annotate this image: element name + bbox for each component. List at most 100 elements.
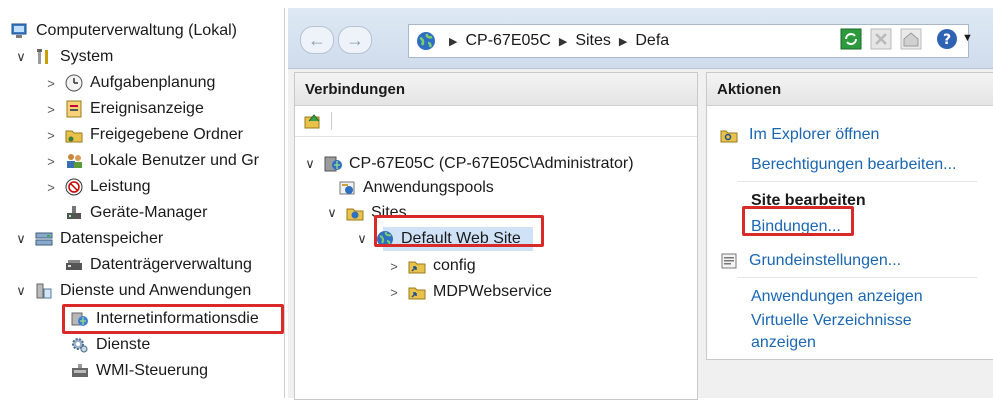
conn-tree-app-pools[interactable]: Anwendungspools [337,175,494,201]
connect-icon[interactable] [303,111,323,131]
virtual-directory-icon [407,256,427,276]
tree-label: Ereignisanzeige [90,100,204,117]
services-apps-icon [34,281,54,301]
tools-icon [34,47,54,67]
address-toolbar: ← → ▶ CP-67E05C ▶ Sites ▶ Defa ? ▼ [288,8,993,69]
action-view-applications[interactable]: Anwendungen anzeigen [751,285,923,309]
chevron-down-icon[interactable]: ∨ [303,156,317,172]
tree-item-iis[interactable]: Internetinformationsdie [70,306,259,332]
svg-text:?: ? [943,32,951,48]
divider [737,181,977,182]
conn-tree-mdp[interactable]: > MDPWebservice [387,279,552,305]
conn-tree-sites[interactable]: ∨ Sites [325,200,407,226]
breadcrumb-arrow-icon: ▶ [618,35,628,48]
app-pool-icon [337,178,357,198]
conn-tree-config[interactable]: > config [387,253,476,279]
chevron-down-icon[interactable]: ∨ [14,231,28,247]
explore-folder-icon [719,126,739,144]
chevron-down-icon[interactable]: ∨ [14,49,28,65]
action-label: Berechtigungen bearbeiten... [751,156,957,173]
connections-toolbar [295,106,697,137]
tree-label: Anwendungspools [363,179,494,196]
chevron-down-icon[interactable]: ∨ [325,205,339,221]
chevron-right-icon[interactable]: > [44,154,58,169]
tree-label: Computerverwaltung (Lokal) [36,22,237,39]
chevron-down-icon[interactable]: ∨ [355,231,369,247]
breadcrumb-arrow-icon: ▶ [449,35,458,48]
tree-item-lokale-benutzer[interactable]: > Lokale Benutzer und Gr [44,148,259,174]
chevron-right-icon[interactable]: > [44,180,58,195]
tree-item-geraete-manager[interactable]: Geräte-Manager [64,200,207,226]
connections-header: Verbindungen [295,73,697,106]
device-manager-icon [64,203,84,223]
tree-item-datenspeicher[interactable]: ∨ Datenspeicher [14,226,163,252]
tree-label: Default Web Site [401,230,521,247]
tree-label: MDPWebservice [433,283,552,300]
action-edit-permissions[interactable]: Berechtigungen bearbeiten... [751,153,956,177]
chevron-right-icon[interactable]: > [44,102,58,117]
breadcrumb-sites[interactable]: Sites [575,32,611,50]
virtual-directory-icon [407,282,427,302]
tree-label: CP-67E05C (CP-67E05C\Administrator) [349,155,634,172]
performance-icon [64,177,84,197]
tree-label: Dienste [96,336,151,353]
tree-item-wmi[interactable]: WMI-Steuerung [70,358,208,384]
action-bindings[interactable]: Bindungen... [751,215,841,239]
help-icon[interactable]: ? [936,28,958,50]
chevron-right-icon[interactable]: > [44,76,58,91]
back-button[interactable]: ← [300,26,334,54]
iis-manager-window: ← → ▶ CP-67E05C ▶ Sites ▶ Defa ? ▼ Verbi… [288,8,993,400]
tree-item-aufgabenplanung[interactable]: > Aufgabenplanung [44,70,215,96]
action-label: Bindungen... [751,218,841,235]
storage-icon [34,229,54,249]
toolbar-separator [331,112,332,130]
tree-item-datentraeger[interactable]: Datenträgerverwaltung [64,252,252,278]
wmi-control-icon [70,361,90,381]
tree-label: System [60,48,114,65]
tree-label: Sites [371,204,407,221]
gears-icon [70,335,90,355]
tree-item-root[interactable]: Computerverwaltung (Lokal) [10,18,237,44]
tree-label: Geräte-Manager [90,204,208,221]
home-icon[interactable] [900,28,922,50]
tree-label: Freigegebene Ordner [90,126,243,143]
arrow-left-icon: ← [308,29,326,50]
breadcrumb-server[interactable]: CP-67E05C [465,32,550,50]
tree-item-dienste-anwendungen[interactable]: ∨ Dienste und Anwendungen [14,278,251,304]
tree-label: Lokale Benutzer und Gr [90,152,259,169]
forward-button[interactable]: → [338,26,372,54]
event-viewer-icon [64,99,84,119]
address-bar[interactable]: ▶ CP-67E05C ▶ Sites ▶ Defa [408,24,830,58]
globe-icon [375,229,395,249]
tree-item-dienste[interactable]: Dienste [70,332,150,358]
conn-tree-default-site[interactable]: ∨ Default Web Site [355,226,521,252]
breadcrumb-arrow-icon: ▶ [558,35,568,48]
server-icon [323,154,343,174]
tree-label: Leistung [90,178,151,195]
action-open-explorer[interactable]: Im Explorer öffnen [719,123,879,147]
actions-header: Aktionen [707,73,993,106]
action-view-virtual-dirs-cont[interactable]: anzeigen [751,331,816,355]
tree-item-freigegebene-ordner[interactable]: > Freigegebene Ordner [44,122,243,148]
conn-tree-server[interactable]: ∨ CP-67E05C (CP-67E05C\Administrator) [303,151,634,177]
action-label: Im Explorer öffnen [749,126,880,143]
action-label: Anwendungen anzeigen [751,288,923,305]
tree-item-ereignisanzeige[interactable]: > Ereignisanzeige [44,96,204,122]
chevron-down-icon[interactable]: ∨ [14,283,28,299]
action-view-virtual-dirs[interactable]: Virtuelle Verzeichnisse [751,309,912,333]
tree-item-system[interactable]: ∨ System [14,44,113,70]
iis-manager-icon [70,309,90,329]
stop-icon[interactable] [870,28,892,50]
tree-label: Internetinformationsdie [96,310,259,327]
action-basic-settings[interactable]: Grundeinstellungen... [719,249,901,273]
refresh-icon[interactable] [840,28,862,50]
chevron-right-icon[interactable]: > [387,259,401,274]
chevron-right-icon[interactable]: > [44,128,58,143]
connections-pane: Verbindungen ∨ CP-67E05C (CP-67E05C\Admi… [294,72,698,400]
actions-pane: Aktionen Im Explorer öffnen Berechtigung… [706,72,993,360]
help-dropdown-icon[interactable]: ▼ [962,32,973,44]
tree-item-leistung[interactable]: > Leistung [44,174,151,200]
breadcrumb-site[interactable]: Defa [635,32,669,50]
chevron-right-icon[interactable]: > [387,285,401,300]
sites-folder-icon [345,203,365,223]
